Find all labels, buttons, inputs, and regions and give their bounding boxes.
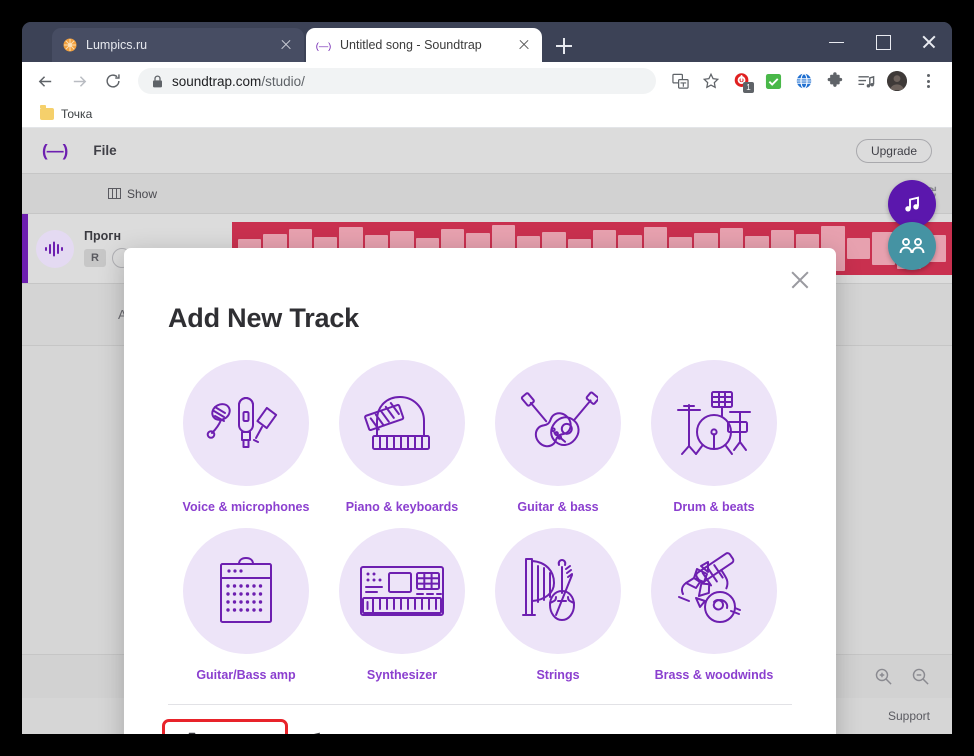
translate-icon[interactable] <box>666 67 694 95</box>
track-type-label: Voice & microphones <box>182 500 310 514</box>
track-type-guitar-bass-amp[interactable]: Guitar/Bass amp <box>168 528 324 682</box>
address-bar[interactable]: soundtrap.com/studio/ <box>138 68 656 94</box>
bookmark-item-tochka[interactable]: Точка <box>36 105 96 123</box>
bookmark-label: Точка <box>61 106 93 121</box>
extension-badge: 1 <box>743 82 754 93</box>
synthesizer-icon <box>339 528 465 654</box>
loop-library-button[interactable]: Loop library <box>306 732 409 734</box>
url-path: /studio/ <box>261 73 305 89</box>
track-type-strings[interactable]: Strings <box>480 528 636 682</box>
tab-strip: Lumpics.ru (—) Untitled song - Soundtrap <box>22 22 952 62</box>
maximize-button[interactable] <box>860 22 906 62</box>
browser-window: Lumpics.ru (—) Untitled song - Soundtrap <box>22 22 952 734</box>
track-type-label: Drum & beats <box>673 500 755 514</box>
url-domain: soundtrap.com <box>172 73 262 89</box>
soundtrap-logo-icon[interactable]: (—) <box>42 141 68 161</box>
puzzle-extensions-icon[interactable] <box>821 67 849 95</box>
forward-icon[interactable] <box>64 66 94 96</box>
svg-text:(—): (—) <box>316 41 331 51</box>
upgrade-button[interactable]: Upgrade <box>855 138 932 163</box>
url-text: soundtrap.com/studio/ <box>172 74 305 89</box>
bookmark-star-icon[interactable] <box>697 67 725 95</box>
import-arrow-icon <box>180 732 196 734</box>
track-type-guitar-bass[interactable]: Guitar & bass <box>480 360 636 514</box>
kebab-menu-icon[interactable] <box>914 67 942 95</box>
checkmark-extension-icon[interactable] <box>759 67 787 95</box>
orange-circle-icon <box>62 38 77 53</box>
bookmarks-bar: Точка <box>22 100 952 128</box>
amplifier-icon <box>183 528 309 654</box>
loop-library-label: Loop library <box>331 733 409 735</box>
browser-tab-lumpics[interactable]: Lumpics.ru <box>52 28 304 62</box>
import-file-button[interactable]: Import file <box>161 719 289 735</box>
grand-piano-icon <box>339 360 465 486</box>
studio-menu-file[interactable]: File <box>93 143 116 158</box>
zoom-out-icon[interactable] <box>911 667 930 686</box>
avatar <box>887 71 907 91</box>
harp-cello-icon <box>495 528 621 654</box>
window-controls <box>814 22 952 62</box>
brass-horns-icon <box>651 528 777 654</box>
people-icon[interactable] <box>888 222 936 270</box>
studio-subbar: Show <box>22 174 952 214</box>
drum-kit-icon <box>651 360 777 486</box>
modal-footer: Import file Loop library <box>161 719 792 735</box>
close-window-button[interactable] <box>906 22 952 62</box>
folder-icon <box>40 105 54 120</box>
grid-icon <box>108 187 121 199</box>
show-button[interactable]: Show <box>108 187 157 201</box>
minimize-button[interactable] <box>814 22 860 62</box>
track-type-piano-keyboards[interactable]: Piano & keyboards <box>324 360 480 514</box>
track-type-drum-beats[interactable]: Drum & beats <box>636 360 792 514</box>
track-type-label: Synthesizer <box>366 668 438 682</box>
track-type-voice-microphones[interactable]: Voice & microphones <box>168 360 324 514</box>
track-type-label: Guitar & bass <box>517 500 599 514</box>
browser-toolbar: soundtrap.com/studio/ 1 <box>22 62 952 100</box>
close-icon[interactable] <box>516 37 532 53</box>
music-note-icon[interactable] <box>888 180 936 228</box>
modal-title: Add New Track <box>168 303 359 333</box>
close-icon[interactable] <box>278 37 294 53</box>
lock-icon <box>152 74 163 88</box>
waveform-icon <box>36 229 74 268</box>
tab-title: Lumpics.ru <box>86 38 148 52</box>
tab-title: Untitled song - Soundtrap <box>340 38 482 52</box>
show-label: Show <box>127 186 158 201</box>
profile-avatar[interactable] <box>883 67 911 95</box>
track-type-label: Piano & keyboards <box>345 500 459 514</box>
music-note-icon <box>306 732 322 734</box>
track-type-brass-woodwinds[interactable]: Brass & woodwinds <box>636 528 792 682</box>
support-link[interactable]: Support <box>888 709 930 723</box>
modal-divider <box>168 704 792 705</box>
soundtrap-logo-icon: (—) <box>316 38 331 53</box>
page-content: (—) File Upgrade Show Прогн R Support Ad… <box>22 128 952 734</box>
track-type-label: Guitar/Bass amp <box>196 668 296 682</box>
track-type-synthesizer[interactable]: Synthesizer <box>324 528 480 682</box>
track-type-grid: Voice & microphones Piano & keyboards Gu… <box>168 360 792 682</box>
close-icon[interactable] <box>786 266 814 294</box>
studio-topbar: (—) File Upgrade <box>22 128 952 174</box>
browser-tab-soundtrap[interactable]: (—) Untitled song - Soundtrap <box>306 28 542 62</box>
toolbar-icons: 1 <box>666 67 944 95</box>
globe-extension-icon[interactable] <box>790 67 818 95</box>
import-file-label: Import file <box>205 733 270 735</box>
microphones-icon <box>183 360 309 486</box>
zoom-in-icon[interactable] <box>874 667 893 686</box>
adblock-icon[interactable]: 1 <box>728 67 756 95</box>
add-new-track-modal: Add New Track Voice & microphones Piano … <box>124 248 836 734</box>
reload-icon[interactable] <box>98 66 128 96</box>
track-name: Прогн <box>84 229 122 243</box>
track-type-label: Brass & woodwinds <box>654 668 774 682</box>
track-type-label: Strings <box>536 668 580 682</box>
guitars-icon <box>495 360 621 486</box>
back-icon[interactable] <box>30 66 60 96</box>
music-list-extension-icon[interactable] <box>852 67 880 95</box>
record-arm-button[interactable]: R <box>84 249 106 267</box>
new-tab-button[interactable] <box>552 34 576 58</box>
screenshot-root: Lumpics.ru (—) Untitled song - Soundtrap <box>0 0 974 756</box>
zoom-controls <box>874 667 930 686</box>
